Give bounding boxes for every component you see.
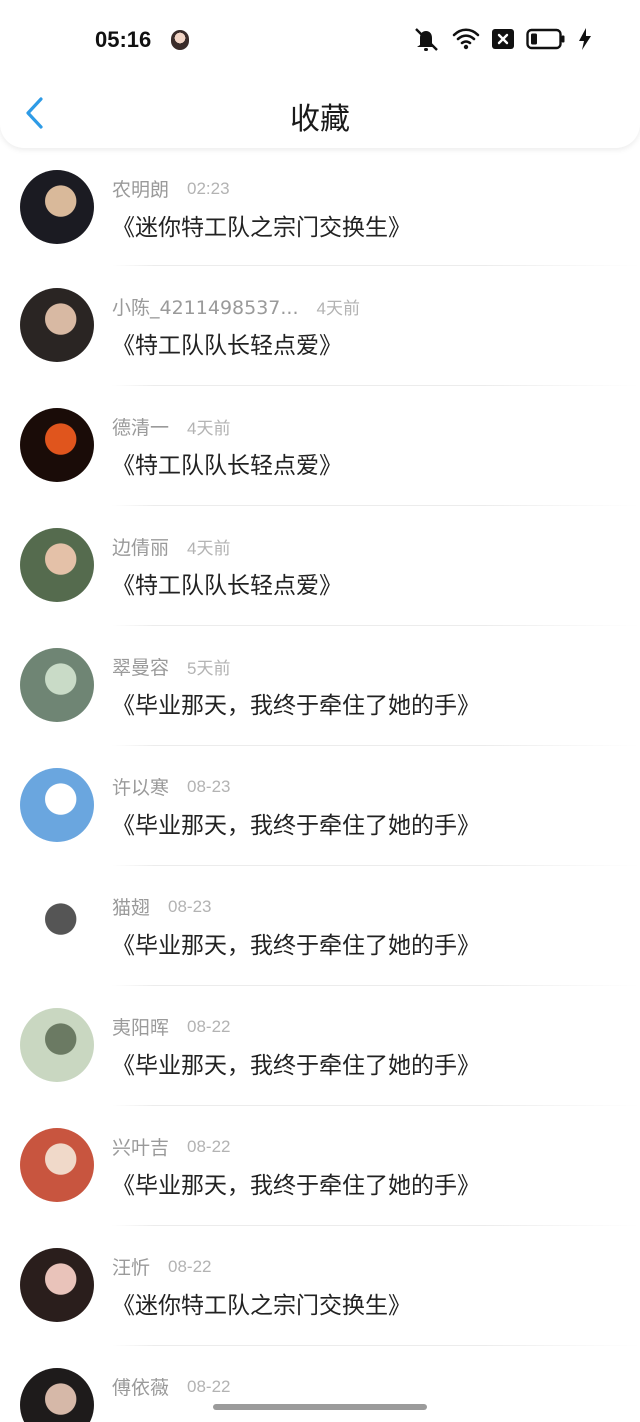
favorite-title: 《毕业那天，我终于牵住了她的手》 — [112, 1173, 480, 1199]
list-item[interactable]: 猫翅 08-23 《毕业那天，我终于牵住了她的手》 — [0, 866, 640, 986]
navigation-bar: 收藏 — [0, 80, 640, 148]
favorites-list: 农明朗 02:23 《迷你特工队之宗门交换生》 小陈_4211498537...… — [0, 148, 640, 1422]
avatar[interactable] — [20, 1368, 94, 1422]
avatar[interactable] — [20, 1248, 94, 1322]
notification-avatar-icon — [171, 30, 189, 50]
item-meta: 小陈_4211498537... 4天前 — [112, 293, 360, 320]
favorite-title: 《特工队队长轻点爱》 — [112, 333, 342, 359]
user-name[interactable]: 德清一 — [112, 413, 169, 440]
item-meta: 翠曼容 5天前 — [112, 653, 230, 680]
timestamp: 4天前 — [316, 299, 360, 318]
item-meta: 夷阳晖 08-22 — [112, 1013, 231, 1040]
item-meta: 边倩丽 4天前 — [112, 533, 230, 560]
list-item[interactable]: 傅依薇 08-22 — [0, 1346, 640, 1422]
status-bar: 05:16 — [0, 0, 640, 80]
home-indicator[interactable] — [213, 1404, 427, 1410]
avatar[interactable] — [20, 1008, 94, 1082]
list-item[interactable]: 小陈_4211498537... 4天前 《特工队队长轻点爱》 — [0, 266, 640, 386]
favorite-title: 《特工队队长轻点爱》 — [112, 453, 342, 479]
item-meta: 许以寒 08-23 — [112, 773, 231, 800]
user-name[interactable]: 兴叶吉 — [112, 1133, 169, 1160]
user-name[interactable]: 小陈_4211498537... — [112, 293, 299, 320]
favorite-title: 《毕业那天，我终于牵住了她的手》 — [112, 1053, 480, 1079]
favorite-title: 《毕业那天，我终于牵住了她的手》 — [112, 813, 480, 839]
user-name[interactable]: 边倩丽 — [112, 533, 169, 560]
item-meta: 猫翅 08-23 — [112, 893, 212, 920]
timestamp: 02:23 — [187, 178, 230, 198]
list-item[interactable]: 德清一 4天前 《特工队队长轻点爱》 — [0, 386, 640, 506]
user-name[interactable]: 猫翅 — [112, 893, 150, 920]
user-name[interactable]: 翠曼容 — [112, 653, 169, 680]
timestamp: 4天前 — [187, 539, 231, 558]
avatar[interactable] — [20, 1128, 94, 1202]
timestamp: 08-22 — [187, 1136, 231, 1156]
favorite-title: 《特工队队长轻点爱》 — [112, 573, 342, 599]
favorites-screen: 05:16 收藏 农明朗 02:23 《迷你特工队之宗门交换生》 小陈_4211… — [0, 0, 640, 1422]
user-name[interactable]: 夷阳晖 — [112, 1013, 169, 1040]
timestamp: 08-22 — [168, 1256, 212, 1276]
list-item[interactable]: 翠曼容 5天前 《毕业那天，我终于牵住了她的手》 — [0, 626, 640, 746]
avatar[interactable] — [20, 170, 94, 244]
user-name[interactable]: 汪忻 — [112, 1253, 150, 1280]
item-meta: 德清一 4天前 — [112, 413, 230, 440]
favorite-title: 《迷你特工队之宗门交换生》 — [112, 215, 411, 241]
status-icons — [412, 28, 592, 54]
charging-bolt-icon — [578, 28, 592, 54]
list-item[interactable]: 农明朗 02:23 《迷你特工队之宗门交换生》 — [0, 148, 640, 266]
timestamp: 08-23 — [187, 776, 231, 796]
avatar[interactable] — [20, 768, 94, 842]
item-meta: 兴叶吉 08-22 — [112, 1133, 231, 1160]
status-time: 05:16 — [95, 27, 152, 52]
avatar[interactable] — [20, 888, 94, 962]
item-meta: 汪忻 08-22 — [112, 1253, 212, 1280]
page-title: 收藏 — [290, 102, 350, 137]
top-bar: 05:16 收藏 — [0, 0, 640, 148]
user-name[interactable]: 傅依薇 — [112, 1373, 169, 1400]
item-meta: 傅依薇 08-22 — [112, 1373, 231, 1400]
timestamp: 08-23 — [168, 896, 212, 916]
timestamp: 4天前 — [187, 419, 231, 438]
mute-bell-icon — [412, 26, 440, 56]
avatar[interactable] — [20, 288, 94, 362]
list-item[interactable]: 边倩丽 4天前 《特工队队长轻点爱》 — [0, 506, 640, 626]
avatar[interactable] — [20, 408, 94, 482]
close-box-icon — [492, 29, 514, 53]
item-meta: 农明朗 02:23 — [112, 175, 230, 202]
favorite-title: 《迷你特工队之宗门交换生》 — [112, 1293, 411, 1319]
timestamp: 08-22 — [187, 1016, 231, 1036]
list-item[interactable]: 汪忻 08-22 《迷你特工队之宗门交换生》 — [0, 1226, 640, 1346]
list-item[interactable]: 许以寒 08-23 《毕业那天，我终于牵住了她的手》 — [0, 746, 640, 866]
user-name[interactable]: 农明朗 — [112, 175, 169, 202]
list-item[interactable]: 兴叶吉 08-22 《毕业那天，我终于牵住了她的手》 — [0, 1106, 640, 1226]
favorite-title: 《毕业那天，我终于牵住了她的手》 — [112, 933, 480, 959]
user-name[interactable]: 许以寒 — [112, 773, 169, 800]
wifi-icon — [452, 27, 480, 55]
avatar[interactable] — [20, 648, 94, 722]
timestamp: 5天前 — [187, 659, 231, 678]
timestamp: 08-22 — [187, 1376, 231, 1396]
battery-icon — [526, 28, 566, 54]
favorite-title: 《毕业那天，我终于牵住了她的手》 — [112, 693, 480, 719]
list-item[interactable]: 夷阳晖 08-22 《毕业那天，我终于牵住了她的手》 — [0, 986, 640, 1106]
avatar[interactable] — [20, 528, 94, 602]
